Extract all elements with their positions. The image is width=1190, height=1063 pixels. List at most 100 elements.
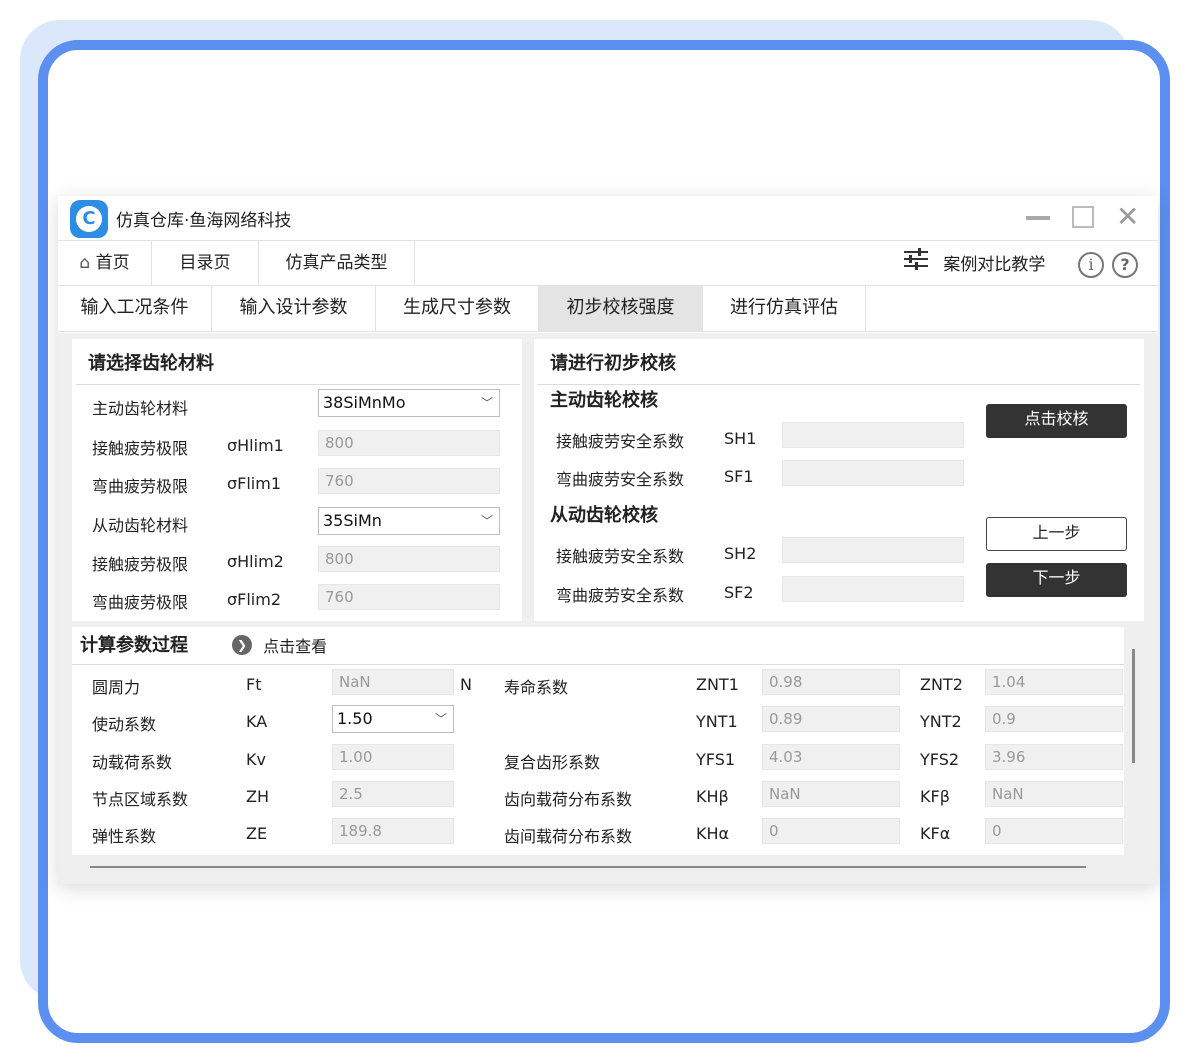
calc-row-field2: 0.98 xyxy=(762,669,900,695)
calc-row-symbol2: YNT1 xyxy=(696,712,738,731)
sliders-icon xyxy=(904,241,928,289)
calc-row-field3: 0 xyxy=(985,818,1123,844)
calc-row-unit: N xyxy=(460,675,472,694)
driven-material-label: 从动齿轮材料 xyxy=(92,516,189,535)
sf2-field xyxy=(782,576,964,602)
vertical-scrollbar[interactable] xyxy=(1132,649,1135,763)
horizontal-scrollbar[interactable] xyxy=(90,866,1086,868)
app-logo-icon: C xyxy=(70,200,108,238)
close-icon[interactable]: ✕ xyxy=(1116,200,1139,233)
nav-home[interactable]: ⌂ 首页 xyxy=(58,241,152,286)
material-panel-title: 请选择齿轮材料 xyxy=(88,353,214,374)
contact2-label: 接触疲劳极限 xyxy=(92,555,189,574)
info-icon[interactable]: i xyxy=(1078,252,1104,278)
nav-catalog[interactable]: 目录页 xyxy=(152,241,259,286)
ka-select[interactable]: 1.50 ﹀ xyxy=(332,705,454,733)
calc-row-field2: 0 xyxy=(762,818,900,844)
view-toggle-label: 点击查看 xyxy=(263,637,328,656)
content-area: 请选择齿轮材料 主动齿轮材料 38SiMnMo ﹀ 接触疲劳极限 σHlim1 … xyxy=(58,333,1158,884)
calc-row-field3: 0.9 xyxy=(985,706,1123,732)
bend2-field: 760 xyxy=(318,584,500,610)
sh2-label: 接触疲劳安全系数 xyxy=(556,547,685,566)
calc-row-field: NaN xyxy=(332,669,454,695)
calc-row-label2: 寿命系数 xyxy=(504,678,569,697)
app-window: C 仿真仓库·鱼海网络科技 ✕ ⌂ 首页 目录页 仿真产品类型 案例对比教学 i… xyxy=(58,196,1158,884)
next-step-button[interactable]: 下一步 xyxy=(986,563,1127,597)
calc-row-symbol3: KFα xyxy=(920,824,951,843)
calc-row-symbol: Kv xyxy=(246,750,266,769)
sf2-label: 弯曲疲劳安全系数 xyxy=(556,586,685,605)
case-compare-button[interactable]: 案例对比教学 xyxy=(904,241,1045,286)
calc-row-field3: NaN xyxy=(985,781,1123,807)
title-bar: C 仿真仓库·鱼海网络科技 ✕ xyxy=(58,196,1158,240)
calc-panel: 计算参数过程 ❯ 点击查看 圆周力 Ft NaN N 寿命系数 ZNT1 0.9… xyxy=(72,627,1124,855)
calc-row-symbol: Ft xyxy=(246,675,262,694)
material-panel: 请选择齿轮材料 主动齿轮材料 38SiMnMo ﹀ 接触疲劳极限 σHlim1 … xyxy=(72,339,522,621)
divider xyxy=(538,384,1140,385)
calc-row-field2: 4.03 xyxy=(762,744,900,770)
driven-material-select[interactable]: 35SiMn ﹀ xyxy=(318,507,500,535)
bend1-label: 弯曲疲劳极限 xyxy=(92,477,189,496)
chevron-down-icon: ﹀ xyxy=(480,514,493,528)
calc-row-symbol3: YFS2 xyxy=(920,750,960,769)
home-icon: ⌂ xyxy=(79,253,91,273)
contact1-field: 800 xyxy=(318,430,500,456)
calc-row-field: 189.8 xyxy=(332,818,454,844)
nav-product-types[interactable]: 仿真产品类型 xyxy=(259,241,415,286)
sh1-label: 接触疲劳安全系数 xyxy=(556,432,685,451)
help-icon[interactable]: ? xyxy=(1112,252,1138,278)
view-toggle[interactable]: ❯ 点击查看 xyxy=(232,633,327,657)
sh1-symbol: SH1 xyxy=(724,429,757,448)
check-panel-title: 请进行初步校核 xyxy=(550,353,676,374)
calc-row-symbol3: KFβ xyxy=(920,787,950,806)
driving-material-label: 主动齿轮材料 xyxy=(92,399,189,418)
calc-row-symbol: KA xyxy=(246,712,268,731)
nav-bar: ⌂ 首页 目录页 仿真产品类型 案例对比教学 i ? xyxy=(58,240,1158,286)
calc-row-label: 动载荷系数 xyxy=(92,753,173,772)
case-compare-label: 案例对比教学 xyxy=(943,255,1046,275)
chevron-down-icon: ﹀ xyxy=(434,712,447,726)
sh2-field xyxy=(782,537,964,563)
bend1-field: 760 xyxy=(318,468,500,494)
step-tabs: 输入工况条件 输入设计参数 生成尺寸参数 初步校核强度 进行仿真评估 xyxy=(58,286,1158,332)
tab-simulation-eval[interactable]: 进行仿真评估 xyxy=(703,286,866,332)
calc-row-label2: 齿间载荷分布系数 xyxy=(504,827,633,846)
calc-row-field2: NaN xyxy=(762,781,900,807)
calc-row-field: 2.5 xyxy=(332,781,454,807)
tab-strength-check[interactable]: 初步校核强度 xyxy=(539,286,703,332)
nav-home-label: 首页 xyxy=(95,253,130,273)
calc-row-symbol: ZH xyxy=(246,787,269,806)
calc-row-field: 1.00 xyxy=(332,744,454,770)
tab-size-params[interactable]: 生成尺寸参数 xyxy=(376,286,539,332)
calc-row-label: 使动系数 xyxy=(92,715,157,734)
ka-select-value: 1.50 xyxy=(337,709,373,728)
check-button[interactable]: 点击校核 xyxy=(986,404,1127,438)
driving-material-select[interactable]: 38SiMnMo ﹀ xyxy=(318,389,500,417)
driving-material-value: 38SiMnMo xyxy=(323,393,406,412)
bend2-symbol: σFlim2 xyxy=(227,590,281,609)
prev-step-button[interactable]: 上一步 xyxy=(986,517,1127,551)
calc-row-symbol2: YFS1 xyxy=(696,750,736,769)
calc-row-field2: 0.89 xyxy=(762,706,900,732)
sf1-field xyxy=(782,460,964,486)
chevron-right-circle-icon: ❯ xyxy=(232,635,252,655)
driven-check-title: 从动齿轮校核 xyxy=(550,505,658,526)
sh2-symbol: SH2 xyxy=(724,544,757,563)
maximize-icon[interactable] xyxy=(1072,206,1094,228)
tab-work-conditions[interactable]: 输入工况条件 xyxy=(58,286,212,332)
calc-row-field3: 3.96 xyxy=(985,744,1123,770)
bend1-symbol: σFlim1 xyxy=(227,474,281,493)
calc-row-symbol2: ZNT1 xyxy=(696,675,739,694)
sf1-symbol: SF1 xyxy=(724,467,754,486)
minimize-icon[interactable] xyxy=(1026,216,1050,220)
tab-design-params[interactable]: 输入设计参数 xyxy=(212,286,376,332)
divider xyxy=(76,384,520,385)
calc-row-label: 节点区域系数 xyxy=(92,790,189,809)
check-panel: 请进行初步校核 主动齿轮校核 接触疲劳安全系数 SH1 弯曲疲劳安全系数 SF1… xyxy=(534,339,1144,621)
calc-row-label2: 齿向载荷分布系数 xyxy=(504,790,633,809)
calc-row-symbol3: ZNT2 xyxy=(920,675,963,694)
calc-row-symbol2: KHα xyxy=(696,824,730,843)
calc-row-label: 弹性系数 xyxy=(92,827,157,846)
sf2-symbol: SF2 xyxy=(724,583,754,602)
calc-panel-title: 计算参数过程 xyxy=(80,635,188,656)
